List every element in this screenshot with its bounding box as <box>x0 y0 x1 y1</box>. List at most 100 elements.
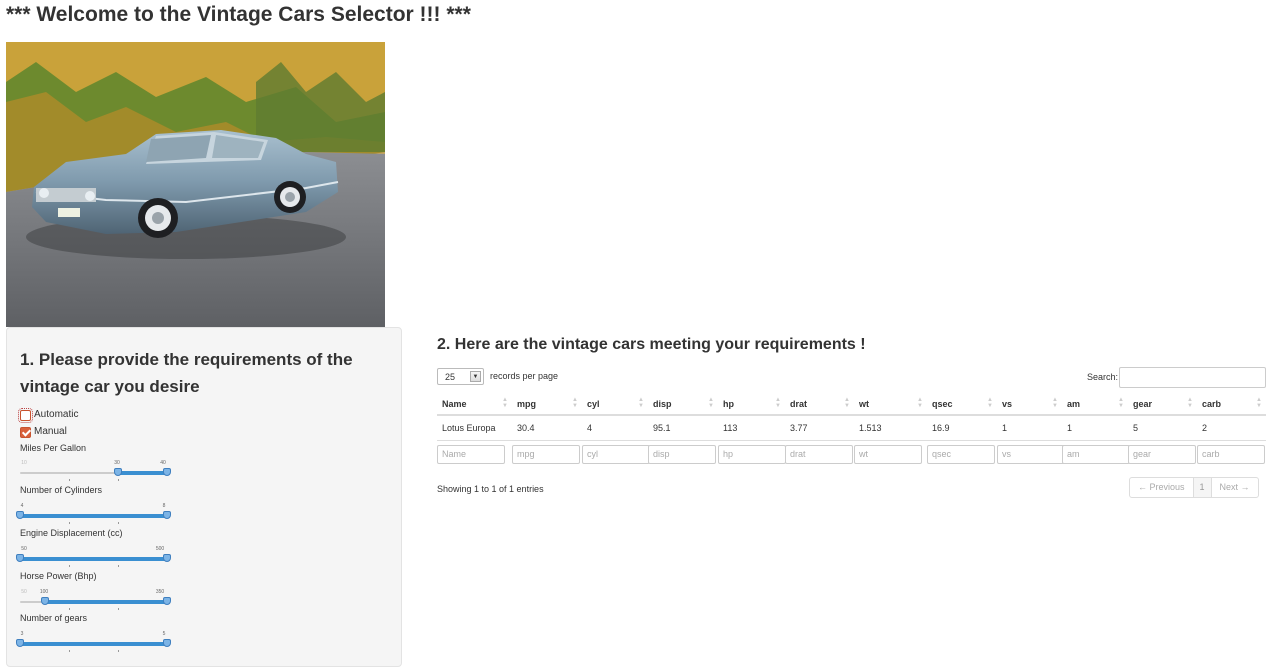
column-filter-input[interactable] <box>582 444 650 464</box>
horsepower-high-handle[interactable] <box>163 597 171 605</box>
filter-cell <box>1062 441 1130 468</box>
column-header[interactable]: qsec ▲ ▼ <box>927 393 997 416</box>
gears-slider-label: Number of gears <box>20 613 88 623</box>
cylinders-slider[interactable]: 4 8 <box>16 502 171 524</box>
vintage-car-photo <box>6 42 385 327</box>
column-filter-input[interactable] <box>927 444 995 464</box>
column-header[interactable]: cyl ▲ ▼ <box>582 393 648 416</box>
mpg-slider-label: Miles Per Gallon <box>20 443 87 453</box>
column-filter-input[interactable] <box>785 444 853 464</box>
sort-icon[interactable]: ▲ ▼ <box>1256 397 1262 409</box>
column-header-label: Name <box>442 398 467 409</box>
cylinders-min-tick: 4 <box>20 503 24 509</box>
column-filter-input[interactable] <box>648 444 716 464</box>
slider-grid-tick <box>69 608 70 610</box>
page-1-button[interactable]: 1 <box>1192 478 1212 497</box>
sort-icon[interactable]: ▲ ▼ <box>638 397 644 409</box>
records-per-page-select[interactable]: 25 ▼ <box>437 368 484 385</box>
cylinders-max-tick: 8 <box>162 503 166 509</box>
manual-label: Manual <box>34 426 67 437</box>
column-header[interactable]: hp ▲ ▼ <box>718 393 785 416</box>
manual-checkbox[interactable] <box>20 427 31 438</box>
filter-cell <box>927 441 997 468</box>
horsepower-low-handle[interactable] <box>40 597 49 605</box>
column-header[interactable]: Name ▲ ▼ <box>437 393 512 416</box>
pagination: ← Previous 1 Next → <box>1129 477 1259 498</box>
column-header[interactable]: disp ▲ ▼ <box>648 393 718 416</box>
column-header[interactable]: mpg ▲ ▼ <box>512 393 582 416</box>
slider-grid-tick <box>69 650 70 652</box>
filter-cell <box>512 441 582 468</box>
mpg-slider[interactable]: 10 30 40 <box>20 459 171 481</box>
chevron-down-icon[interactable]: ▼ <box>470 371 481 382</box>
search-input[interactable] <box>1119 367 1266 388</box>
column-header-label: vs <box>1002 398 1013 409</box>
column-header[interactable]: wt ▲ ▼ <box>854 393 927 416</box>
sort-icon[interactable]: ▲ ▼ <box>708 397 714 409</box>
table-cell: 95.1 <box>648 415 718 441</box>
horsepower-slider-range <box>44 600 167 604</box>
table-cell: Lotus Europa <box>437 415 512 441</box>
column-header[interactable]: carb ▲ ▼ <box>1197 393 1266 416</box>
displacement-max-tick: 500 <box>155 546 165 552</box>
next-page-button[interactable]: Next → <box>1212 478 1258 497</box>
gears-min-tick: 3 <box>20 631 24 637</box>
column-header[interactable]: gear ▲ ▼ <box>1128 393 1197 416</box>
gears-slider[interactable]: 3 5 <box>16 630 171 652</box>
displacement-min-tick: 50 <box>21 546 27 552</box>
previous-page-button[interactable]: ← Previous <box>1130 478 1193 497</box>
cylinders-high-handle[interactable] <box>163 511 171 519</box>
table-cell: 113 <box>718 415 785 441</box>
gears-high-handle[interactable] <box>163 639 171 647</box>
sort-icon[interactable]: ▲ ▼ <box>1118 397 1124 409</box>
displacement-slider[interactable]: 50 500 <box>16 545 171 567</box>
table-row[interactable]: Lotus Europa 30.4 4 95.1 113 3.77 1.513 16.9 1 1 5… <box>437 415 1266 441</box>
table-cell: 1.513 <box>854 415 927 441</box>
column-header-label: gear <box>1133 398 1153 409</box>
automatic-checkbox[interactable] <box>18 408 33 423</box>
column-filter-input[interactable] <box>718 444 786 464</box>
requirements-heading: 1. Please provide the requirements of th… <box>20 350 353 396</box>
results-table: Name ▲ ▼ mpg ▲ ▼ cyl ▲ ▼ disp ▲ ▼ hp ▲ ▼ drat ▲ ▼ wt ▲ ▼ qsec… <box>437 393 1266 467</box>
column-header[interactable]: am ▲ ▼ <box>1062 393 1128 416</box>
automatic-label: Automatic <box>34 409 79 420</box>
mpg-low-handle[interactable] <box>114 468 122 476</box>
gears-low-handle[interactable] <box>16 639 24 647</box>
sort-icon[interactable]: ▲ ▼ <box>987 397 993 409</box>
sort-icon[interactable]: ▲ ▼ <box>1187 397 1193 409</box>
mpg-slider-range <box>118 471 167 475</box>
mpg-min-tick: 10 <box>21 460 27 466</box>
column-filter-input[interactable] <box>437 444 505 464</box>
sort-icon[interactable]: ▲ ▼ <box>775 397 781 409</box>
horsepower-slider[interactable]: 50 100 350 <box>20 588 171 610</box>
column-filter-input[interactable] <box>1197 444 1265 464</box>
filter-cell <box>437 441 512 468</box>
column-filter-input[interactable] <box>1062 444 1130 464</box>
sort-icon[interactable]: ▲ ▼ <box>502 397 508 409</box>
column-header[interactable]: drat ▲ ▼ <box>785 393 854 416</box>
horsepower-min-tick: 50 <box>21 589 27 595</box>
horsepower-max-tick: 350 <box>155 589 165 595</box>
displacement-high-handle[interactable] <box>163 554 171 562</box>
cylinders-low-handle[interactable] <box>16 511 24 519</box>
sort-icon[interactable]: ▲ ▼ <box>1052 397 1058 409</box>
column-filter-input[interactable] <box>512 444 580 464</box>
results-heading: 2. Here are the vintage cars meeting you… <box>437 336 866 353</box>
column-filter-input[interactable] <box>854 444 922 464</box>
table-cell: 3.77 <box>785 415 854 441</box>
column-filter-row <box>437 441 1266 468</box>
filter-cell <box>1197 441 1266 468</box>
column-header[interactable]: vs ▲ ▼ <box>997 393 1062 416</box>
table-header-row: Name ▲ ▼ mpg ▲ ▼ cyl ▲ ▼ disp ▲ ▼ hp ▲ ▼ drat ▲ ▼ wt ▲ ▼ qsec… <box>437 393 1266 416</box>
sort-icon[interactable]: ▲ ▼ <box>572 397 578 409</box>
sort-icon[interactable]: ▲ ▼ <box>844 397 850 409</box>
column-filter-input[interactable] <box>1128 444 1196 464</box>
sort-icon[interactable]: ▲ ▼ <box>917 397 923 409</box>
column-header-label: cyl <box>587 398 600 409</box>
column-filter-input[interactable] <box>997 444 1065 464</box>
mpg-high-handle[interactable] <box>163 468 171 476</box>
displacement-low-handle[interactable] <box>16 554 24 562</box>
column-header-label: drat <box>790 398 808 409</box>
table-cell: 5 <box>1128 415 1197 441</box>
displacement-slider-range <box>20 557 167 561</box>
